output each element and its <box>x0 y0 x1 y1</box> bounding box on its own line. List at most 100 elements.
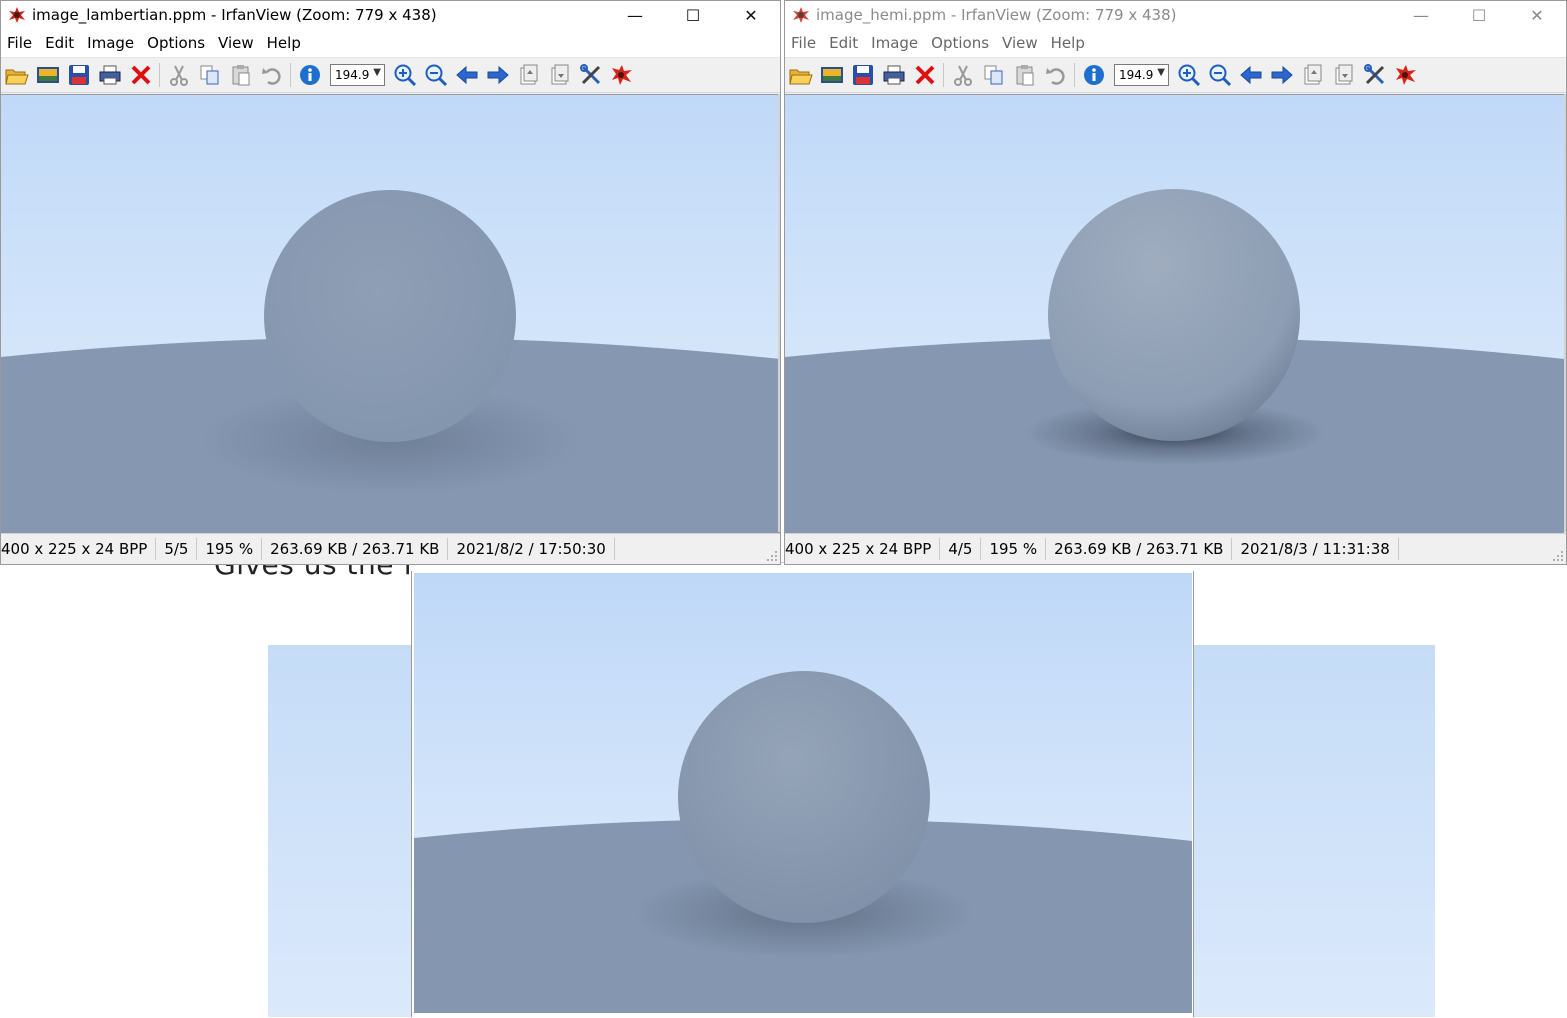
first-page-button[interactable] <box>1299 62 1326 89</box>
zoom-in-button[interactable] <box>1175 62 1202 89</box>
menu-file[interactable]: File <box>785 34 823 52</box>
menu-help[interactable]: Help <box>261 34 308 52</box>
image-viewport[interactable] <box>785 94 1564 533</box>
undo-button[interactable] <box>258 62 285 89</box>
settings-button[interactable] <box>577 62 604 89</box>
irfanview-logo-icon <box>1395 65 1416 85</box>
close-button[interactable]: ✕ <box>1508 1 1566 29</box>
minimize-icon: — <box>1413 5 1429 25</box>
maximize-button[interactable]: ☐ <box>1450 1 1508 29</box>
paste-icon <box>232 65 249 86</box>
copy-button[interactable] <box>196 62 223 89</box>
info-button[interactable] <box>296 62 323 89</box>
undo-icon <box>1045 68 1065 85</box>
status-index: 4/5 <box>948 538 982 560</box>
zoom-value: 194.9 <box>335 68 370 82</box>
title-bar: image_lambertian.ppm - IrfanView (Zoom: … <box>1 1 780 29</box>
irfanview-logo-icon <box>611 65 632 85</box>
window-controls: — ☐ ✕ <box>606 1 780 29</box>
delete-icon <box>131 65 150 85</box>
last-page-button[interactable] <box>546 62 573 89</box>
close-icon: ✕ <box>744 5 758 25</box>
menu-file[interactable]: File <box>1 34 39 52</box>
copy-button[interactable] <box>980 62 1007 89</box>
menu-image[interactable]: Image <box>865 34 925 52</box>
delete-button[interactable] <box>911 62 938 89</box>
resize-grip-icon[interactable] <box>1552 550 1564 562</box>
irfanview-logo-button[interactable] <box>1392 62 1419 89</box>
menu-options[interactable]: Options <box>925 34 996 52</box>
save-button[interactable] <box>65 62 92 89</box>
zoom-out-icon <box>1209 64 1231 87</box>
previous-button[interactable] <box>453 62 480 89</box>
menu-view[interactable]: View <box>996 34 1045 52</box>
close-button[interactable]: ✕ <box>722 1 780 29</box>
menu-bar: File Edit Image Options View Help <box>785 29 1566 58</box>
menu-options[interactable]: Options <box>141 34 212 52</box>
delete-button[interactable] <box>127 62 154 89</box>
vertical-scrollbar[interactable] <box>1564 94 1566 532</box>
window-title: image_hemi.ppm - IrfanView (Zoom: 779 x … <box>816 6 1177 24</box>
menu-help[interactable]: Help <box>1045 34 1092 52</box>
menu-edit[interactable]: Edit <box>823 34 865 52</box>
thumbnails-button[interactable] <box>818 62 845 89</box>
render-preview-frame <box>411 571 1194 1017</box>
zoom-out-button[interactable] <box>1206 62 1233 89</box>
render-preview-image <box>414 573 1192 1013</box>
open-button[interactable] <box>787 62 814 89</box>
menu-image[interactable]: Image <box>81 34 141 52</box>
menu-bar: File Edit Image Options View Help <box>1 29 780 58</box>
thumbnails-icon <box>36 67 59 83</box>
last-page-button[interactable] <box>1330 62 1357 89</box>
previous-button[interactable] <box>1237 62 1264 89</box>
toolbar-separator <box>943 63 944 87</box>
status-index: 5/5 <box>164 538 198 560</box>
cut-button[interactable] <box>949 62 976 89</box>
minimize-button[interactable]: — <box>606 1 664 29</box>
toolbar-separator <box>1074 63 1075 87</box>
zoom-in-button[interactable] <box>391 62 418 89</box>
undo-icon <box>261 68 281 85</box>
minimize-button[interactable]: — <box>1392 1 1450 29</box>
first-page-button[interactable] <box>515 62 542 89</box>
zoom-select[interactable]: 194.9 ▼ <box>1114 64 1169 86</box>
first-page-icon <box>520 64 537 85</box>
zoom-value: 194.9 <box>1119 68 1154 82</box>
toolbar: 194.9 ▼ <box>785 58 1566 93</box>
irfanview-logo-button[interactable] <box>608 62 635 89</box>
thumbnails-button[interactable] <box>34 62 61 89</box>
minimize-icon: — <box>627 5 643 25</box>
toolbar-separator <box>290 63 291 87</box>
delete-icon <box>915 65 934 85</box>
zoom-out-button[interactable] <box>422 62 449 89</box>
resize-grip-icon[interactable] <box>766 550 778 562</box>
vertical-scrollbar[interactable] <box>778 94 780 532</box>
info-button[interactable] <box>1080 62 1107 89</box>
irfanview-app-icon[interactable] <box>792 6 810 24</box>
menu-view[interactable]: View <box>212 34 261 52</box>
maximize-button[interactable]: ☐ <box>664 1 722 29</box>
paste-button[interactable] <box>227 62 254 89</box>
irfanview-app-icon[interactable] <box>8 6 26 24</box>
irfanview-window-hemi: image_hemi.ppm - IrfanView (Zoom: 779 x … <box>784 0 1567 565</box>
undo-button[interactable] <box>1042 62 1069 89</box>
image-viewport[interactable] <box>1 94 780 533</box>
rendered-image-lambertian <box>1 95 780 533</box>
paste-button[interactable] <box>1011 62 1038 89</box>
next-button[interactable] <box>1268 62 1295 89</box>
cut-icon <box>169 65 188 86</box>
cut-icon <box>953 65 972 86</box>
copy-icon <box>984 65 1002 85</box>
print-button[interactable] <box>96 62 123 89</box>
zoom-select[interactable]: 194.9 ▼ <box>330 64 385 86</box>
maximize-icon: ☐ <box>685 5 701 25</box>
save-button[interactable] <box>849 62 876 89</box>
next-button[interactable] <box>484 62 511 89</box>
open-button[interactable] <box>3 62 30 89</box>
menu-edit[interactable]: Edit <box>39 34 81 52</box>
title-bar: image_hemi.ppm - IrfanView (Zoom: 779 x … <box>785 1 1566 29</box>
settings-button[interactable] <box>1361 62 1388 89</box>
cut-button[interactable] <box>165 62 192 89</box>
print-button[interactable] <box>880 62 907 89</box>
first-page-icon <box>1304 64 1321 85</box>
